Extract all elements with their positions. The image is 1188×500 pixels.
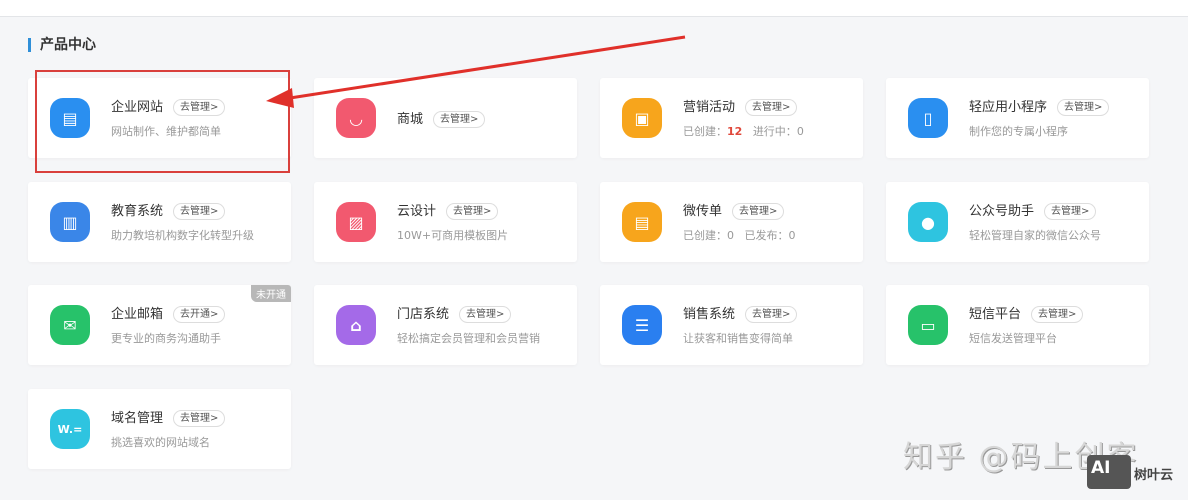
logo-mark: AI <box>1087 455 1131 489</box>
logo-text: 树叶云 <box>1134 468 1174 483</box>
annotation-arrow <box>266 35 686 108</box>
